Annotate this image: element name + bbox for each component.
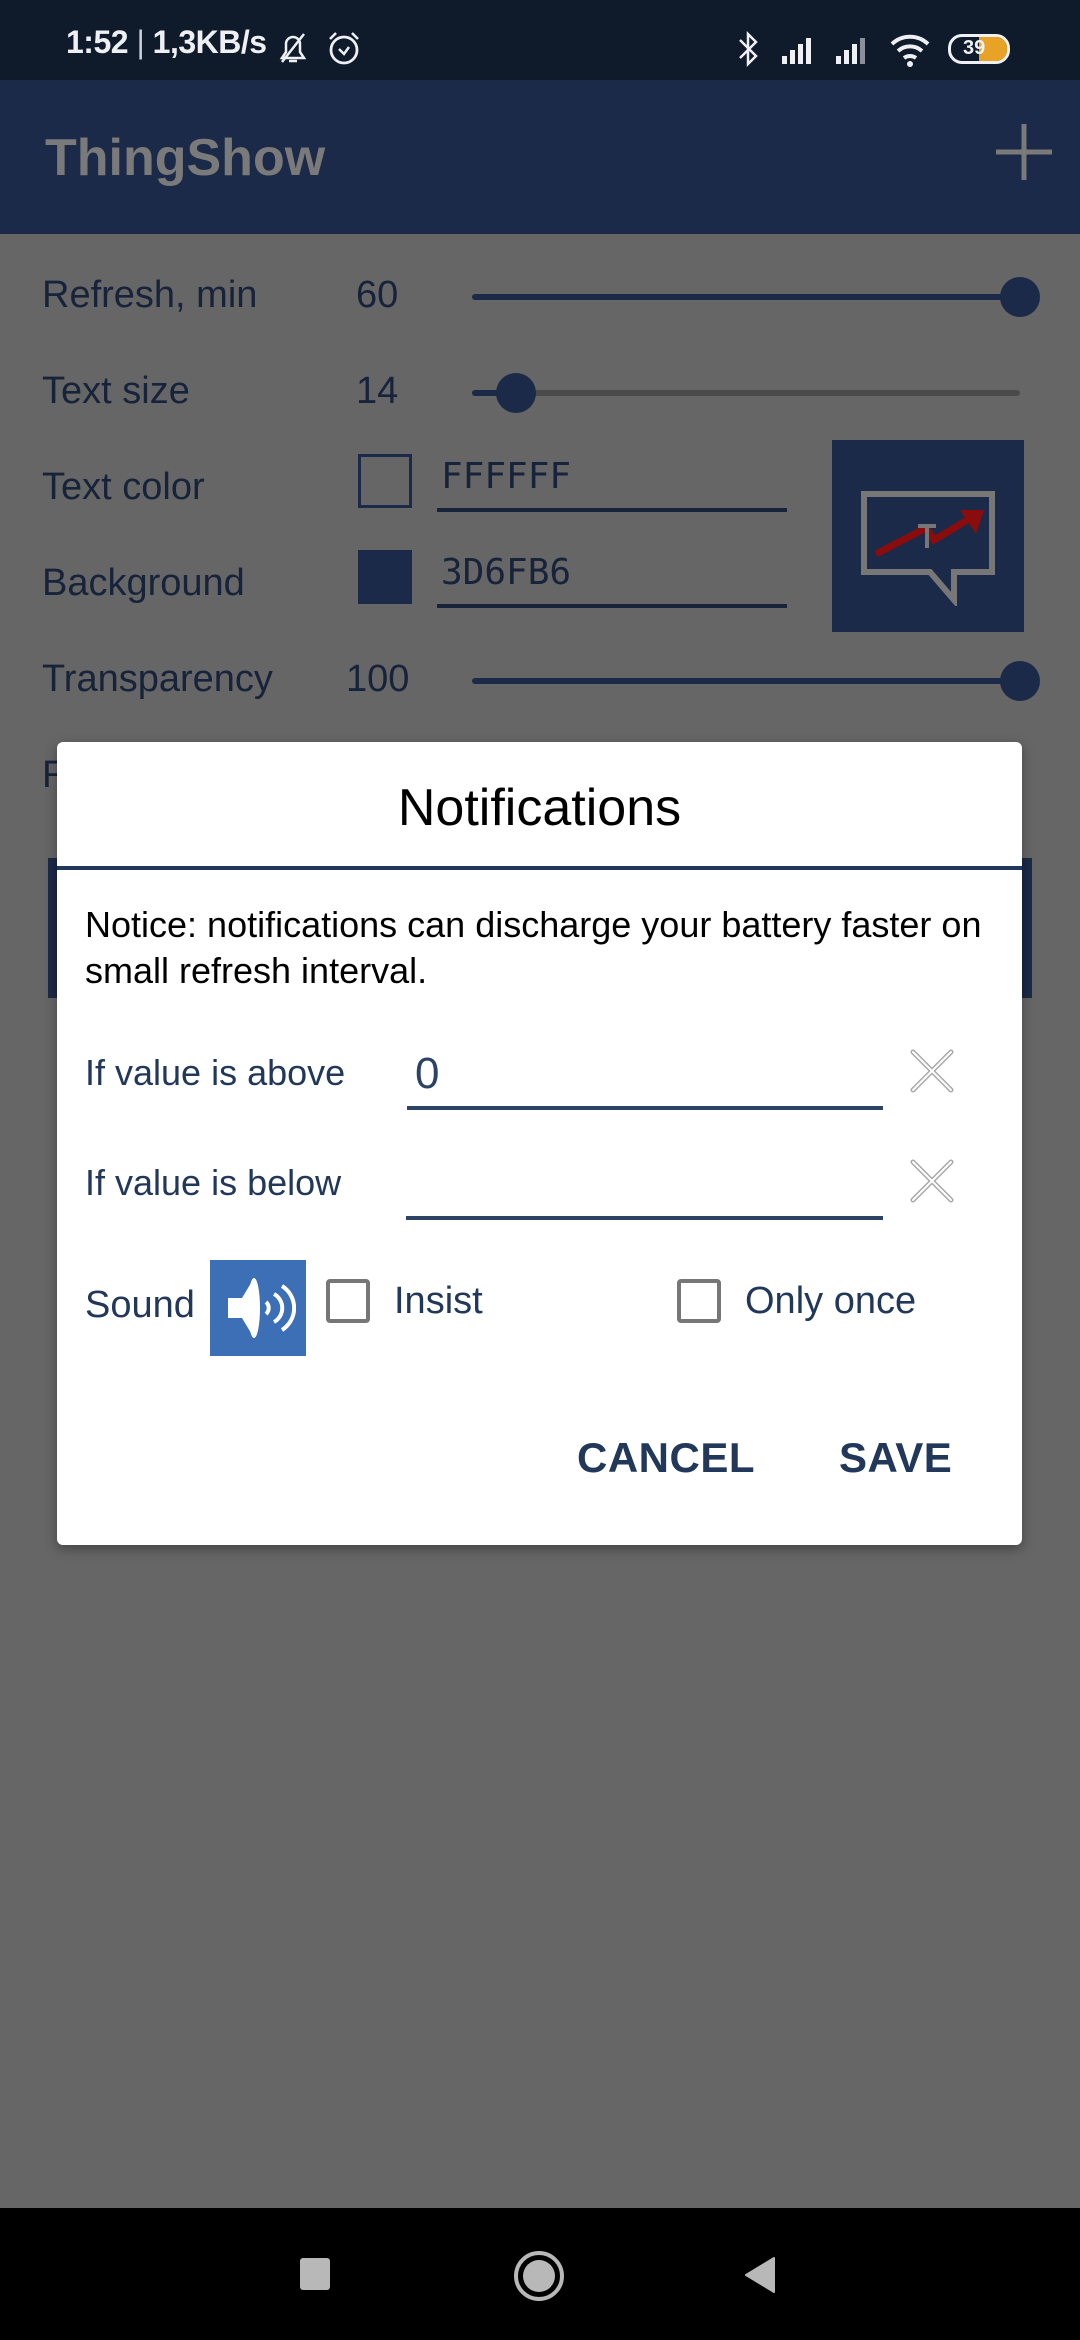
signal-icon	[782, 38, 811, 64]
text-color-label: Text color	[42, 466, 205, 508]
background-color-swatch[interactable]	[358, 550, 412, 604]
app-bar: ThingShow	[0, 80, 1080, 234]
dialog-title: Notifications	[397, 779, 682, 837]
text-size-slider[interactable]	[472, 390, 1020, 396]
notice-text: Notice: notifications can discharge your…	[85, 904, 982, 991]
battery-icon: 39	[948, 34, 1010, 64]
home-icon[interactable]	[514, 2251, 564, 2301]
cancel-button[interactable]: CANCEL	[577, 1434, 755, 1482]
notifications-dialog: Notifications Notice: notifications can …	[57, 742, 1022, 1545]
widget-preview	[832, 440, 1024, 632]
text-color-input[interactable]: FFFFFF	[437, 456, 787, 512]
below-label: If value is below	[85, 1162, 342, 1203]
chart-bubble-icon	[861, 491, 995, 606]
recents-icon[interactable]	[300, 2258, 330, 2290]
insist-checkbox[interactable]	[326, 1279, 370, 1323]
insist-label: Insist	[394, 1280, 483, 1322]
text-size-label: Text size	[42, 370, 190, 412]
status-time-row: 1:52 | 1,3KB/s	[66, 24, 267, 61]
text-size-value: 14	[356, 370, 399, 412]
below-input[interactable]	[406, 1152, 883, 1220]
alarm-icon	[329, 32, 359, 65]
transparency-label: Transparency	[42, 658, 273, 700]
clear-above-icon[interactable]	[909, 1048, 955, 1094]
clock: 1:52	[66, 24, 129, 60]
above-input[interactable]	[407, 1042, 883, 1110]
status-bar: 1:52 | 1,3KB/s 39	[0, 0, 1080, 80]
transparency-value: 100	[346, 658, 410, 700]
refresh-slider-thumb[interactable]	[1000, 277, 1040, 317]
background-label: Background	[42, 562, 245, 604]
clear-below-icon[interactable]	[909, 1158, 955, 1204]
transparency-slider-thumb[interactable]	[1000, 661, 1040, 701]
transparency-slider[interactable]	[472, 678, 1020, 684]
only-once-label: Only once	[745, 1280, 917, 1322]
battery-level: 39	[963, 37, 986, 59]
home-icon-inner	[523, 2260, 555, 2292]
bluetooth-icon	[739, 30, 758, 68]
separator: |	[136, 24, 145, 60]
background-color-input[interactable]: 3D6FB6	[437, 552, 787, 608]
save-button[interactable]: SAVE	[839, 1434, 952, 1482]
plus-icon[interactable]	[994, 122, 1054, 182]
refresh-label: Refresh, min	[42, 274, 258, 316]
text-size-slider-thumb[interactable]	[496, 373, 536, 413]
navigation-bar	[0, 2208, 1080, 2340]
text-color-swatch[interactable]	[358, 454, 412, 508]
app-title: ThingShow	[45, 129, 326, 187]
bell-off-icon	[279, 33, 307, 63]
network-speed: 1,3KB/s	[152, 24, 267, 60]
signal-icon	[836, 38, 865, 64]
only-once-checkbox[interactable]	[677, 1279, 721, 1323]
sound-button[interactable]	[210, 1260, 306, 1356]
refresh-slider[interactable]	[472, 294, 1020, 300]
sound-label: Sound	[85, 1284, 195, 1326]
speaker-icon	[228, 1278, 296, 1338]
wifi-icon	[890, 34, 930, 67]
above-label: If value is above	[85, 1052, 346, 1093]
dialog-divider	[57, 866, 1022, 870]
back-icon[interactable]	[744, 2256, 776, 2294]
refresh-value: 60	[356, 274, 399, 316]
